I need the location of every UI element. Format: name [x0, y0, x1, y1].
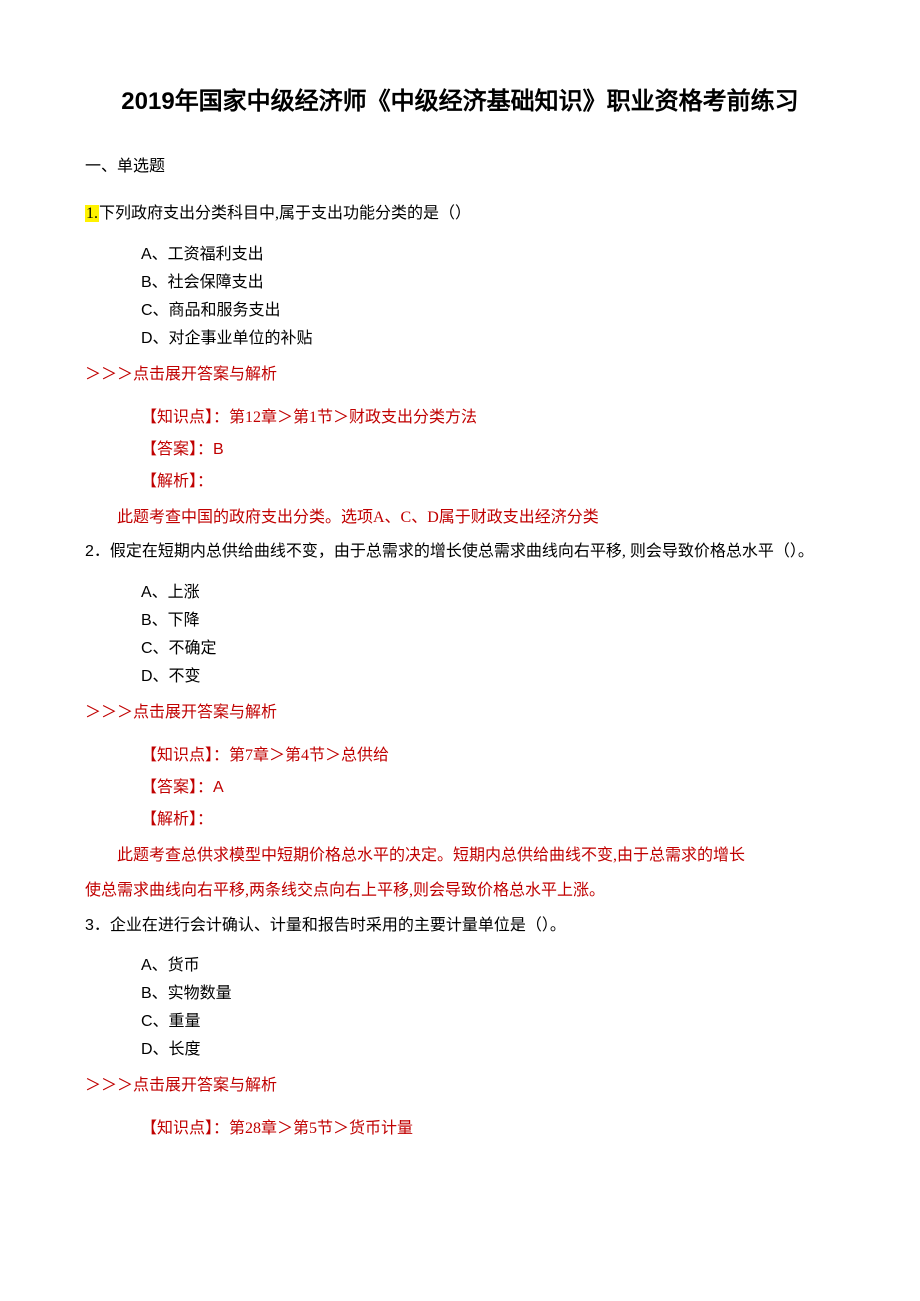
- section-heading: 一、单选题: [85, 153, 835, 182]
- expand-answer-link-3[interactable]: ＞＞＞点击展开答案与解析: [85, 1072, 835, 1101]
- question-3-number: 3: [85, 912, 94, 941]
- knowledge-point-3: 【知识点】：第28章＞第5节＞货币计量: [141, 1113, 835, 1145]
- question-2-body: ．假定在短期内总供给曲线不变，由于总需求的增长使总需求曲线向右平移, 则会导致价…: [94, 543, 814, 560]
- explain-text-1: 此题考查中国的政府支出分类。选项A、C、D属于财政支出经济分类: [85, 504, 835, 533]
- question-3-body: ．企业在进行会计确认、计量和报告时采用的主要计量单位是（）。: [94, 917, 566, 934]
- question-3: 3．企业在进行会计确认、计量和报告时采用的主要计量单位是（）。 A、货币 B、实…: [85, 912, 835, 1146]
- explain-text-2-line1: 此题考查总供求模型中短期价格总水平的决定。短期内总供给曲线不变,由于总需求的增长: [85, 842, 835, 871]
- answer-2: 【答案】：A: [141, 772, 835, 804]
- q3-option-d: D、长度: [141, 1036, 835, 1064]
- q1-option-c: C、商品和服务支出: [141, 297, 835, 325]
- page-title: 2019年国家中级经济师《中级经济基础知识》职业资格考前练习: [85, 80, 835, 123]
- answer-block-1: 【知识点】：第12章＞第1节＞财政支出分类方法 【答案】：B 【解析】：: [85, 402, 835, 498]
- expand-answer-link-1[interactable]: ＞＞＞点击展开答案与解析: [85, 361, 835, 390]
- q2-option-d: D、不变: [141, 663, 835, 691]
- question-1-number: 1.: [85, 205, 99, 222]
- q2-option-c: C、不确定: [141, 635, 835, 663]
- expand-answer-link-2[interactable]: ＞＞＞点击展开答案与解析: [85, 699, 835, 728]
- answer-block-3: 【知识点】：第28章＞第5节＞货币计量: [85, 1113, 835, 1145]
- q3-option-b: B、实物数量: [141, 980, 835, 1008]
- answer-block-2: 【知识点】：第7章＞第4节＞总供给 【答案】：A 【解析】：: [85, 740, 835, 836]
- q3-option-c: C、重量: [141, 1008, 835, 1036]
- question-3-options: A、货币 B、实物数量 C、重量 D、长度: [85, 952, 835, 1064]
- q3-option-a: A、货币: [141, 952, 835, 980]
- question-1: 1.下列政府支出分类科目中,属于支出功能分类的是（） A、工资福利支出 B、社会…: [85, 200, 835, 532]
- knowledge-point-1: 【知识点】：第12章＞第1节＞财政支出分类方法: [141, 402, 835, 434]
- question-1-options: A、工资福利支出 B、社会保障支出 C、商品和服务支出 D、对企事业单位的补贴: [85, 241, 835, 353]
- explain-text-2-line2: 使总需求曲线向右平移,两条线交点向右上平移,则会导致价格总水平上涨。: [85, 877, 835, 906]
- q1-option-a: A、工资福利支出: [141, 241, 835, 269]
- answer-1: 【答案】：B: [141, 434, 835, 466]
- question-1-text: 1.下列政府支出分类科目中,属于支出功能分类的是（）: [85, 200, 835, 229]
- knowledge-point-2: 【知识点】：第7章＞第4节＞总供给: [141, 740, 835, 772]
- q2-option-a: A、上涨: [141, 579, 835, 607]
- question-1-body: 下列政府支出分类科目中,属于支出功能分类的是（）: [99, 205, 471, 222]
- question-2-number: 2: [85, 538, 94, 567]
- explain-label-1: 【解析】：: [141, 466, 835, 498]
- q1-option-d: D、对企事业单位的补贴: [141, 325, 835, 353]
- q1-option-b: B、社会保障支出: [141, 269, 835, 297]
- explain-label-2: 【解析】：: [141, 804, 835, 836]
- question-3-text: 3．企业在进行会计确认、计量和报告时采用的主要计量单位是（）。: [85, 912, 835, 941]
- question-2: 2．假定在短期内总供给曲线不变，由于总需求的增长使总需求曲线向右平移, 则会导致…: [85, 538, 835, 905]
- question-2-options: A、上涨 B、下降 C、不确定 D、不变: [85, 579, 835, 691]
- question-2-text: 2．假定在短期内总供给曲线不变，由于总需求的增长使总需求曲线向右平移, 则会导致…: [85, 538, 835, 567]
- q2-option-b: B、下降: [141, 607, 835, 635]
